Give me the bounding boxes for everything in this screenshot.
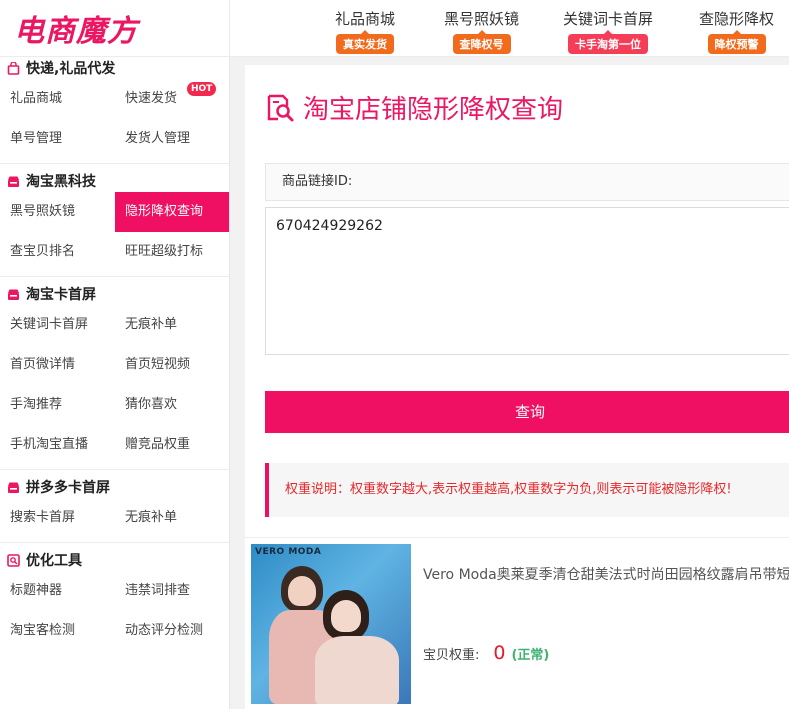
sidebar-item-gift-mall[interactable]: 礼品商城 [0, 79, 115, 119]
query-button[interactable]: 查询 [265, 391, 789, 433]
sidebar-item-home-short-video[interactable]: 首页短视频 [115, 345, 229, 385]
hot-badge: HOT [187, 82, 217, 96]
sidebar-section-taobao-first-screen: 淘宝卡首屏 关键词卡首屏 无痕补单 首页微详情 首页短视频 手淘推荐 猜你喜欢 … [0, 277, 229, 470]
sidebar-item-taobaoke-check[interactable]: 淘宝客检测 [0, 611, 115, 651]
sidebar-section-title: 淘宝黑科技 [0, 170, 229, 192]
sidebar: 快递,礼品代发 礼品商城 快速发货 HOT 单号管理 发货人管理 淘宝黑科技 黑 [0, 57, 230, 709]
nav-badge: 降权预警 [707, 30, 766, 54]
sidebar-section-taobao-tech: 淘宝黑科技 黑号照妖镜 隐形降权查询 查宝贝排名 旺旺超级打标 [0, 164, 229, 277]
sidebar-section-title-text: 拼多多卡首屏 [26, 480, 110, 496]
nav-label: 黑号照妖镜 [444, 10, 520, 28]
bag-icon [6, 61, 20, 75]
figure-dress-2 [315, 636, 399, 704]
top-header: 电商魔方 礼品商城 真实发货 黑号照妖镜 查降权号 关键词卡首屏 卡手淘第一位 … [0, 0, 789, 57]
sidebar-section-title: 快递,礼品代发 [0, 57, 229, 79]
sidebar-item-seamless-order[interactable]: 无痕补单 [115, 305, 229, 345]
nav-hidden-downgrade-check[interactable]: 查隐形降权 降权预警 [699, 8, 774, 54]
sidebar-item-keyword-first-screen[interactable]: 关键词卡首屏 [0, 305, 115, 345]
sidebar-item-hidden-downgrade-query[interactable]: 隐形降权查询 [115, 192, 229, 232]
nav-badge: 卡手淘第一位 [568, 30, 648, 54]
store-icon [6, 480, 20, 494]
sidebar-section-title-text: 淘宝卡首屏 [26, 287, 96, 303]
figure-face [288, 576, 316, 606]
page-title-text: 淘宝店铺隐形降权查询 [303, 95, 564, 125]
nav-keyword-first-screen[interactable]: 关键词卡首屏 卡手淘第一位 [563, 8, 653, 54]
page-title: 淘宝店铺隐形降权查询 [265, 89, 563, 126]
sidebar-item-dsr-check[interactable]: 动态评分检测 [115, 611, 229, 651]
sidebar-item-tracking-numbers[interactable]: 单号管理 [0, 119, 115, 159]
search-document-icon [265, 93, 295, 123]
nav-black-account-check[interactable]: 黑号照妖镜 查降权号 [444, 8, 519, 54]
weight-row: 宝贝权重: 0 (正常) [423, 642, 549, 664]
sidebar-item-competitor-weight[interactable]: 赠竞品权重 [115, 425, 229, 465]
page: 电商魔方 礼品商城 真实发货 黑号照妖镜 查降权号 关键词卡首屏 卡手淘第一位 … [0, 0, 789, 709]
weight-notice: 权重说明：权重数字越大,表示权重越高,权重数字为负,则表示可能被隐形降权! [265, 463, 789, 517]
sidebar-section-title-text: 优化工具 [26, 553, 82, 569]
nav-label: 查隐形降权 [699, 10, 775, 28]
sidebar-item-taobao-recommend[interactable]: 手淘推荐 [0, 385, 115, 425]
product-id-input[interactable]: 670424929262 [265, 207, 789, 355]
product-image[interactable]: VERO MODA [251, 544, 411, 704]
weight-label: 宝贝权重: [423, 648, 480, 663]
sidebar-item-sender-management[interactable]: 发货人管理 [115, 119, 229, 159]
sidebar-item-product-ranking[interactable]: 查宝贝排名 [0, 232, 115, 272]
sidebar-item-mobile-live[interactable]: 手机淘宝直播 [0, 425, 115, 465]
product-title[interactable]: Vero Moda奥莱夏季清仓甜美法式时尚田园格纹露肩吊带短 [423, 564, 789, 584]
site-logo[interactable]: 电商魔方 [14, 6, 138, 50]
sidebar-section-title-text: 快递,礼品代发 [26, 61, 116, 77]
sidebar-section-express: 快递,礼品代发 礼品商城 快速发货 HOT 单号管理 发货人管理 [0, 57, 229, 164]
nav-gift-mall[interactable]: 礼品商城 真实发货 [335, 8, 395, 54]
sidebar-section-title-text: 淘宝黑科技 [26, 174, 96, 190]
sidebar-section-title: 淘宝卡首屏 [0, 283, 229, 305]
nav-badge: 查降权号 [452, 30, 511, 54]
sidebar-section-pdd-first-screen: 拼多多卡首屏 搜索卡首屏 无痕补单 [0, 470, 229, 543]
nav-label: 礼品商城 [335, 10, 396, 28]
tool-icon [6, 553, 20, 567]
sidebar-section-optimize-tools: 优化工具 标题神器 违禁词排查 淘宝客检测 动态评分检测 [0, 543, 229, 655]
weight-value: 0 [493, 642, 506, 664]
main-content: 淘宝店铺隐形降权查询 商品链接ID: 670424929262 查询 权重说明：… [245, 57, 789, 709]
weight-status: (正常) [511, 648, 550, 663]
figure-face-2 [331, 600, 361, 632]
store-icon [6, 287, 20, 301]
nav-label: 关键词卡首屏 [563, 10, 654, 28]
product-result: VERO MODA Vero Moda奥莱夏季清仓甜美法式时尚田园格纹露肩吊带短… [245, 537, 789, 709]
header-divider [229, 0, 230, 57]
sidebar-item-black-account-check[interactable]: 黑号照妖镜 [0, 192, 115, 232]
sidebar-item-guess-you-like[interactable]: 猜你喜欢 [115, 385, 229, 425]
product-brand: VERO MODA [255, 547, 322, 557]
sidebar-item-home-micro-detail[interactable]: 首页微详情 [0, 345, 115, 385]
sidebar-item-fast-ship[interactable]: 快速发货 HOT [115, 79, 229, 119]
sidebar-section-title: 优化工具 [0, 549, 229, 571]
sidebar-item-label: 快速发货 [125, 91, 178, 106]
nav-badge: 真实发货 [336, 30, 394, 54]
sidebar-item-title-tool[interactable]: 标题神器 [0, 571, 115, 611]
sidebar-item-wangwang-tagging[interactable]: 旺旺超级打标 [115, 232, 229, 272]
sidebar-item-pdd-seamless-order[interactable]: 无痕补单 [115, 498, 229, 538]
store-icon [6, 174, 20, 188]
sidebar-item-forbidden-words[interactable]: 违禁词排查 [115, 571, 229, 611]
sidebar-section-title: 拼多多卡首屏 [0, 476, 229, 498]
product-id-label: 商品链接ID: [265, 163, 789, 201]
sidebar-item-search-first-screen[interactable]: 搜索卡首屏 [0, 498, 115, 538]
query-card: 淘宝店铺隐形降权查询 商品链接ID: 670424929262 查询 权重说明：… [245, 65, 789, 537]
